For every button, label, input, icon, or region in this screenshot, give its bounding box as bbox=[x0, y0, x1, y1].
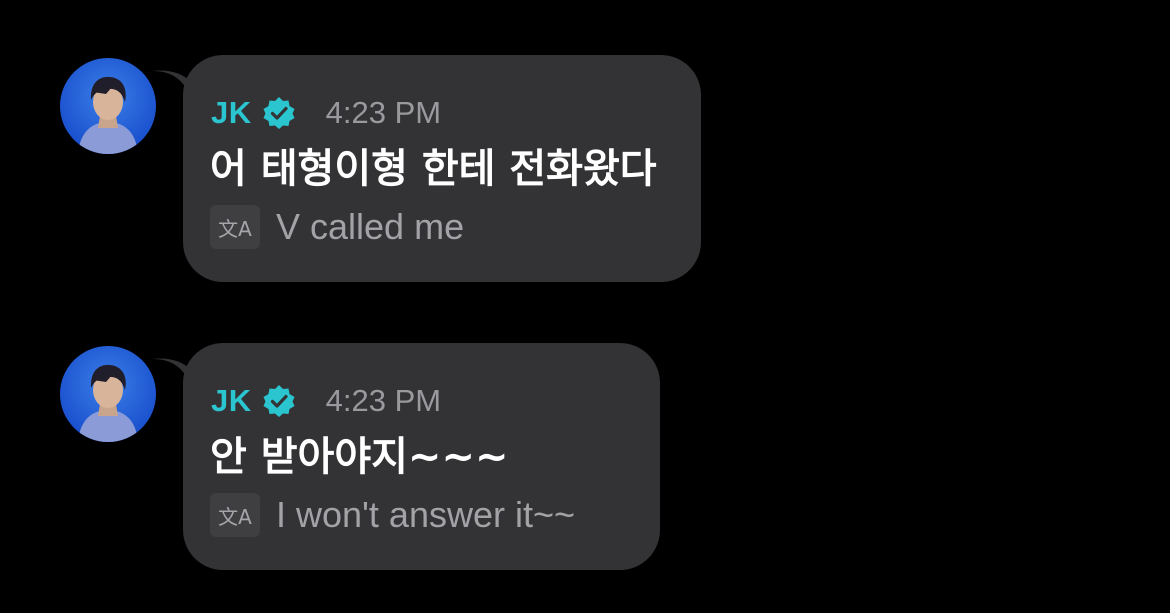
translation-row: 文A I won't answer it~~ bbox=[210, 493, 575, 537]
sender-name[interactable]: JK bbox=[211, 383, 252, 419]
message-header: JK 4:23 PM bbox=[211, 93, 441, 133]
translate-icon[interactable]: 文A bbox=[210, 205, 260, 249]
message-time: 4:23 PM bbox=[325, 383, 442, 418]
translation-row: 文A V called me bbox=[210, 205, 464, 249]
translate-icon[interactable]: 文A bbox=[210, 493, 260, 537]
message-text: 안 받아야지~~~ bbox=[210, 434, 509, 480]
translation-text: V called me bbox=[276, 206, 465, 247]
translation-text: I won't answer it~~ bbox=[276, 494, 576, 535]
avatar[interactable] bbox=[60, 58, 156, 154]
message-text: 어 태형이형 한테 전화왔다 bbox=[210, 146, 657, 192]
avatar[interactable] bbox=[60, 346, 156, 442]
sender-name[interactable]: JK bbox=[211, 95, 252, 131]
message-header: JK 4:23 PM bbox=[211, 381, 441, 421]
message-bubble[interactable]: JK 4:23 PM 안 받아야지~~~ 文A I won't answer i… bbox=[183, 343, 660, 570]
message-bubble[interactable]: JK 4:23 PM 어 태형이형 한테 전화왔다 文A V called me bbox=[183, 55, 701, 282]
verified-badge-icon bbox=[263, 97, 295, 129]
message-time: 4:23 PM bbox=[325, 95, 442, 130]
verified-badge-icon bbox=[263, 385, 295, 417]
